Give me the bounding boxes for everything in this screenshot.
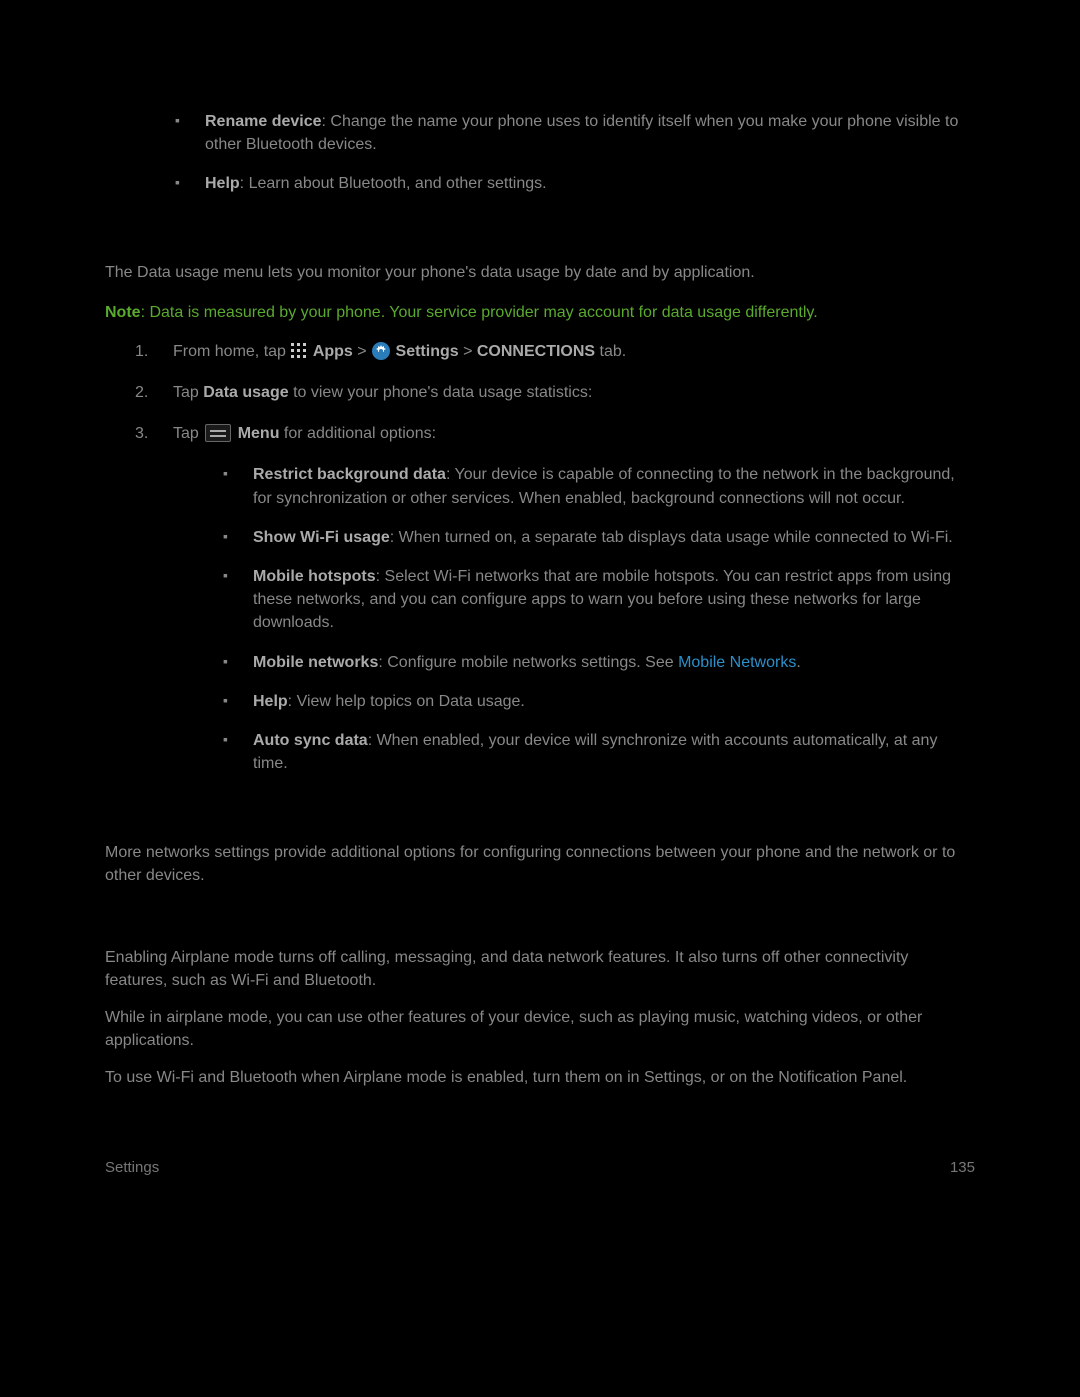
data-usage-label: Data usage bbox=[203, 384, 288, 401]
desc-post: . bbox=[796, 654, 800, 671]
desc: : View help topics on Data usage. bbox=[288, 693, 525, 710]
settings-label: Settings bbox=[396, 343, 459, 360]
connections-label: CONNECTIONS bbox=[477, 343, 595, 360]
text: Tap bbox=[173, 425, 203, 442]
step-3: 3. Tap Menu for additional options: Rest… bbox=[135, 422, 975, 775]
tail: to view your phone's data usage statisti… bbox=[289, 384, 593, 401]
more-networks-intro: More networks settings provide additiona… bbox=[105, 841, 975, 887]
desc: : Learn about Bluetooth, and other setti… bbox=[240, 175, 547, 192]
settings-gear-icon bbox=[371, 341, 391, 361]
sep: > bbox=[459, 343, 477, 360]
step-number: 2. bbox=[135, 381, 148, 404]
term: Show Wi-Fi usage bbox=[253, 529, 390, 546]
term: Rename device bbox=[205, 113, 322, 130]
text: From home, tap bbox=[173, 343, 290, 360]
page-number: 135 bbox=[950, 1159, 975, 1176]
airplane-p3: To use Wi-Fi and Bluetooth when Airplane… bbox=[105, 1066, 975, 1089]
note: Note: Data is measured by your phone. Yo… bbox=[105, 301, 975, 324]
step-number: 1. bbox=[135, 340, 148, 363]
airplane-p1: Enabling Airplane mode turns off calling… bbox=[105, 946, 975, 992]
menu-label: Menu bbox=[238, 425, 280, 442]
step-number: 3. bbox=[135, 422, 148, 445]
note-label: Note bbox=[105, 304, 141, 321]
menu-icon bbox=[205, 424, 231, 442]
term: Restrict background data bbox=[253, 466, 446, 483]
mobile-networks-link[interactable]: Mobile Networks bbox=[678, 654, 796, 671]
menu-options-list: Restrict background data: Your device is… bbox=[173, 463, 975, 775]
term: Help bbox=[205, 175, 240, 192]
data-usage-intro: The Data usage menu lets you monitor you… bbox=[105, 261, 975, 284]
term: Mobile networks bbox=[253, 654, 378, 671]
list-item: Help: View help topics on Data usage. bbox=[223, 690, 975, 713]
step-1: 1. From home, tap Apps > Settings > CONN… bbox=[135, 340, 975, 363]
steps-list: 1. From home, tap Apps > Settings > CONN… bbox=[105, 340, 975, 775]
heading-data-usage: Data Usage bbox=[105, 216, 975, 248]
desc: : When turned on, a separate tab display… bbox=[390, 529, 953, 546]
airplane-p2: While in airplane mode, you can use othe… bbox=[105, 1006, 975, 1052]
term: Help bbox=[253, 693, 288, 710]
list-item: Mobile hotspots: Select Wi-Fi networks t… bbox=[223, 565, 975, 635]
heading-airplane-mode: Airplane Mode bbox=[105, 906, 975, 932]
term: Auto sync data bbox=[253, 732, 368, 749]
list-item: Mobile networks: Configure mobile networ… bbox=[223, 651, 975, 674]
heading-more-networks: More Networks bbox=[105, 795, 975, 827]
footer-section: Settings bbox=[105, 1159, 159, 1176]
list-item: Rename device: Change the name your phon… bbox=[175, 110, 975, 156]
page-footer: Settings 135 bbox=[105, 1159, 975, 1176]
apps-label: Apps bbox=[313, 343, 353, 360]
list-item: Restrict background data: Your device is… bbox=[223, 463, 975, 509]
apps-grid-icon bbox=[290, 342, 308, 360]
list-item: Help: Learn about Bluetooth, and other s… bbox=[175, 172, 975, 195]
tail: tab. bbox=[595, 343, 626, 360]
note-text: : Data is measured by your phone. Your s… bbox=[141, 304, 818, 321]
list-item: Auto sync data: When enabled, your devic… bbox=[223, 729, 975, 775]
list-item: Show Wi-Fi usage: When turned on, a sepa… bbox=[223, 526, 975, 549]
tail: for additional options: bbox=[279, 425, 436, 442]
text: Tap bbox=[173, 384, 203, 401]
bluetooth-options-list: Rename device: Change the name your phon… bbox=[105, 110, 975, 196]
page-content: Rename device: Change the name your phon… bbox=[105, 110, 975, 1104]
term: Mobile hotspots bbox=[253, 568, 376, 585]
desc-pre: : Configure mobile networks settings. Se… bbox=[378, 654, 678, 671]
sep: > bbox=[353, 343, 371, 360]
step-2: 2. Tap Data usage to view your phone's d… bbox=[135, 381, 975, 404]
